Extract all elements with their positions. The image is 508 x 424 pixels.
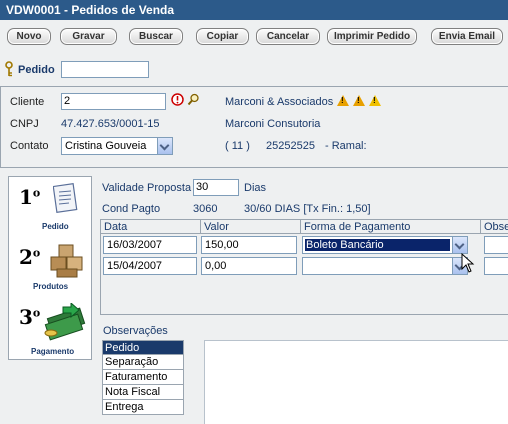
cliente-label: Cliente [10,96,45,108]
contato-value: Cristina Gouveia [65,140,147,152]
cliente-name: Marconi & Associados [225,96,334,108]
search-icon[interactable] [187,93,200,106]
condpagto-label: Cond Pagto [102,203,161,215]
cnpj-value: 47.427.653/0001-15 [61,118,160,130]
buscar-button[interactable]: Buscar [129,28,183,45]
document-icon [53,183,78,213]
step-1-label[interactable]: Pedido [42,222,69,231]
chevron-down-icon[interactable] [452,237,467,253]
copiar-button[interactable]: Copiar [196,28,249,45]
list-item[interactable]: Entrega [102,400,184,415]
step-1-number: 1o [19,185,41,209]
validade-label: Validade Proposta [102,182,192,194]
chevron-down-icon[interactable] [157,138,172,154]
client-panel: Cliente 2 Marconi & Associados CNPJ 47.4… [0,86,508,168]
observacoes-list: Pedido Separação Faturamento Nota Fiscal… [102,340,184,415]
data-cell[interactable]: 16/03/2007 [103,236,197,254]
novo-button[interactable]: Novo [7,28,51,45]
cnpj-label: CNPJ [10,118,39,130]
phone-number: 25252525 [266,140,315,152]
contato-label: Contato [10,140,49,152]
key-icon [5,61,13,77]
obs-cell[interactable] [484,236,508,254]
condpagto-desc: 30/60 DIAS [Tx Fin.: 1,50] [244,203,371,215]
warning-icon [369,95,381,106]
forma-pagamento-select[interactable]: Boleto Bancário [302,236,468,254]
valor-cell[interactable]: 150,00 [201,236,297,254]
mouse-cursor-icon [461,253,475,273]
step-2-label[interactable]: Produtos [33,282,68,291]
obs-cell[interactable] [484,257,508,275]
cliente-input[interactable]: 2 [61,93,166,110]
step-2-number: 2o [19,245,41,269]
valor-cell[interactable]: 0,00 [201,257,297,275]
step-3-number: 3o [19,305,41,329]
column-header: Forma de Pagamento [301,220,481,234]
observacoes-label: Observações [103,325,168,337]
forma-pagamento-select[interactable] [302,257,468,275]
window-title: VDW0001 - Pedidos de Venda [0,0,508,20]
forma-pagamento-value: Boleto Bancário [305,239,450,251]
pedido-row: Pedido [4,60,204,80]
warning-icon [337,95,349,106]
list-item[interactable]: Nota Fiscal [102,385,184,400]
cliente-fantasia: Marconi Consutoria [225,118,321,130]
column-header: Valor [201,220,301,234]
money-icon [44,303,86,341]
payment-grid: Data Valor Forma de Pagamento Obse 16/03… [100,219,508,315]
validade-input[interactable]: 30 [193,179,239,196]
envia-email-button[interactable]: Envia Email [431,28,503,45]
list-item[interactable]: Separação [102,355,184,370]
list-item[interactable]: Faturamento [102,370,184,385]
alert-icon[interactable] [171,93,184,106]
column-header: Obse [481,220,508,234]
gravar-button[interactable]: Gravar [60,28,117,45]
step-3-label[interactable]: Pagamento [31,347,74,356]
pedido-input[interactable] [61,61,149,78]
column-header: Data [101,220,201,234]
data-cell[interactable]: 15/04/2007 [103,257,197,275]
boxes-icon [50,244,83,278]
contato-select[interactable]: Cristina Gouveia [61,137,173,155]
warning-icon [353,95,365,106]
condpagto-code: 3060 [193,203,218,215]
toolbar: Novo Gravar Buscar Copiar Cancelar Impri… [0,28,508,46]
observacoes-textarea[interactable] [204,340,508,424]
pedido-label: Pedido [18,64,55,76]
imprimir-pedido-button[interactable]: Imprimir Pedido [327,28,417,45]
phone-ddd: ( 11 ) [225,140,250,152]
list-item[interactable]: Pedido [102,340,184,355]
validade-unit: Dias [244,182,267,194]
ramal-label: - Ramal: [325,140,367,152]
cancelar-button[interactable]: Cancelar [256,28,320,45]
wizard-steps: 1o Pedido 2o Produtos 3o Pagamento [8,176,92,360]
